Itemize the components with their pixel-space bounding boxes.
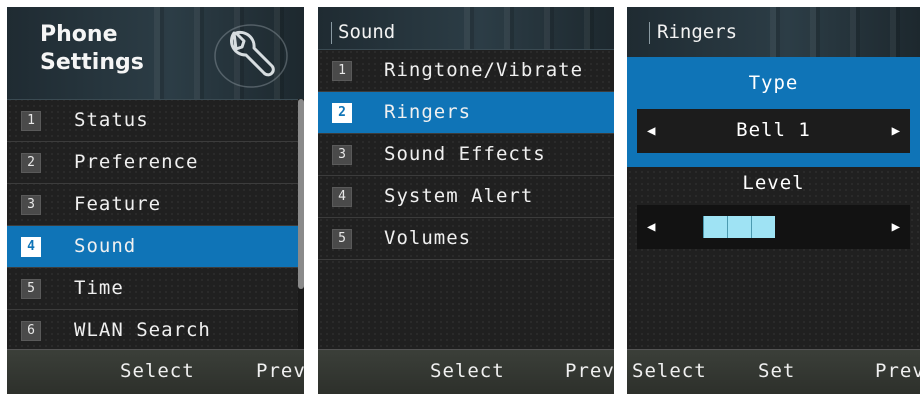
item-number: 5 (21, 279, 41, 299)
item-label: Status (74, 109, 149, 131)
menu-item-ringtone-vibrate[interactable]: 1 Ringtone/Vibrate (318, 50, 614, 92)
item-number: 1 (332, 61, 352, 81)
level-segment (703, 216, 727, 238)
settings-menu-list: 1 Status 2 Preference 3 Feature 4 Sound 5 Tim… (7, 100, 304, 352)
right-arrow-icon[interactable]: ▶ (892, 123, 900, 139)
item-number: 3 (332, 145, 352, 165)
item-label: WLAN Search (74, 319, 211, 341)
set-softkey[interactable]: Set (758, 360, 795, 382)
softkey-bar: Select Set Prev (627, 349, 920, 394)
title-line-1: Phone (40, 22, 118, 47)
sound-screen: Sound 1 Ringtone/Vibrate 2 Ringers 3 Sound … (318, 7, 614, 394)
menu-item-system-alert[interactable]: 4 System Alert (318, 176, 614, 218)
item-number: 2 (332, 103, 352, 123)
select-softkey[interactable]: Select (120, 360, 195, 382)
phone-settings-header: Phone Settings (7, 7, 304, 100)
phone-settings-screen: Phone Settings 1 Status 2 Preference 3 Feat… (7, 7, 304, 394)
menu-item-preference[interactable]: 2 Preference (7, 142, 304, 184)
page-title: Ringers (657, 21, 738, 43)
menu-item-sound[interactable]: 4 Sound (7, 226, 304, 268)
item-number: 6 (21, 321, 41, 341)
page-title: Phone Settings (40, 21, 144, 77)
item-number: 5 (332, 229, 352, 249)
sound-header: Sound (318, 7, 614, 50)
menu-item-time[interactable]: 5 Time (7, 268, 304, 310)
item-number: 4 (21, 237, 41, 257)
level-spinner[interactable]: ◀ ▶ (637, 205, 910, 249)
level-segment (751, 216, 775, 238)
item-label: Time (74, 277, 124, 299)
select-softkey[interactable]: Select (430, 360, 505, 382)
page-title: Sound (338, 21, 396, 43)
item-label: Sound (74, 235, 137, 257)
item-label: Volumes (384, 227, 472, 249)
item-number: 1 (21, 111, 41, 131)
item-number: 2 (21, 153, 41, 173)
item-number: 3 (21, 195, 41, 215)
sound-menu-list: 1 Ringtone/Vibrate 2 Ringers 3 Sound Effect… (318, 50, 614, 260)
softkey-bar: Select Prev (7, 349, 304, 394)
type-spinner[interactable]: ◀ Bell 1 ▶ (637, 109, 910, 153)
item-label: Ringers (384, 101, 472, 123)
left-arrow-icon[interactable]: ◀ (647, 219, 655, 235)
item-label: Sound Effects (384, 143, 546, 165)
wrench-icon (214, 24, 288, 88)
item-label: Feature (74, 193, 162, 215)
ringers-screen: Ringers Type ◀ Bell 1 ▶ Level ◀ ▶ Select… (627, 7, 920, 394)
item-number: 4 (332, 187, 352, 207)
menu-item-feature[interactable]: 3 Feature (7, 184, 304, 226)
menu-item-ringers[interactable]: 2 Ringers (318, 92, 614, 134)
ringers-header: Ringers (627, 7, 920, 58)
item-label: System Alert (384, 185, 534, 207)
item-label: Preference (74, 151, 199, 173)
menu-item-status[interactable]: 1 Status (7, 100, 304, 142)
prev-softkey[interactable]: Prev (256, 360, 304, 382)
right-arrow-icon[interactable]: ▶ (892, 219, 900, 235)
select-softkey[interactable]: Select (632, 360, 707, 382)
type-value: Bell 1 (736, 119, 811, 141)
menu-item-sound-effects[interactable]: 3 Sound Effects (318, 134, 614, 176)
prev-softkey[interactable]: Prev (565, 360, 614, 382)
scrollbar-thumb[interactable] (298, 99, 304, 289)
header-divider (331, 22, 332, 44)
menu-item-wlan-search[interactable]: 6 WLAN Search (7, 310, 304, 352)
type-label: Type (748, 72, 799, 94)
prev-softkey[interactable]: Prev (875, 360, 920, 382)
header-divider (649, 22, 650, 44)
item-label: Ringtone/Vibrate (384, 59, 584, 81)
softkey-bar: Select Prev (318, 349, 614, 394)
title-line-2: Settings (40, 50, 144, 75)
level-segment (727, 216, 751, 238)
menu-item-volumes[interactable]: 5 Volumes (318, 218, 614, 260)
level-label: Level (742, 172, 805, 194)
